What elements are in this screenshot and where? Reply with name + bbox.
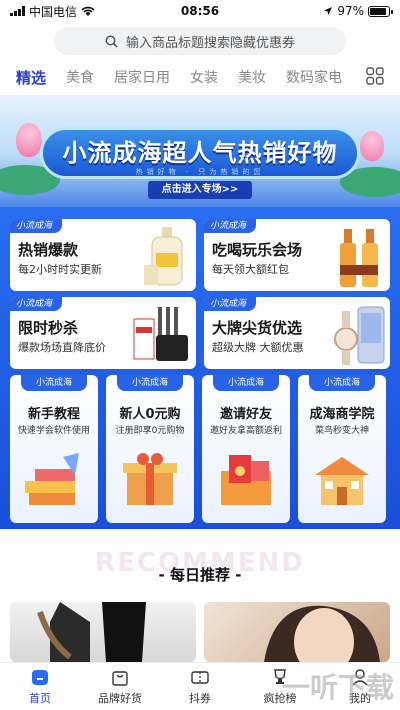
books-illustration: [25, 453, 79, 505]
tabbar-label: 品牌好货: [98, 691, 142, 705]
promo-card-food[interactable]: 小流成海 吃喝玩乐会场 每天领大额红包: [204, 219, 390, 291]
search-icon: [105, 35, 118, 48]
wifi-icon: [81, 6, 95, 16]
recommend-title: - 每日推荐 -: [158, 566, 242, 584]
clock: 08:56: [180, 4, 220, 18]
brand-tag: 小流成海: [117, 375, 183, 391]
promo-card-brands[interactable]: 小流成海 大牌尖货优选 超级大牌 大额优惠: [204, 297, 390, 369]
hero-title: 小流成海超人气热销好物: [62, 138, 338, 167]
card-title: 限时秒杀: [18, 319, 79, 337]
service-card-newuser[interactable]: 小流成海 新人0元购 注册即享0元购物: [106, 375, 194, 523]
card-title: 邀请好友: [219, 407, 272, 422]
tab-meizhuang[interactable]: 美妆: [238, 67, 266, 87]
tabbar-label: 抖券: [189, 691, 211, 705]
phone-watch-image: [334, 306, 385, 365]
category-grid-icon[interactable]: [366, 67, 384, 85]
tabbar-label: 首页: [29, 691, 51, 705]
product-photo[interactable]: [10, 602, 196, 662]
service-card-tutorial[interactable]: 小流成海 新手教程 快速学会软件使用: [10, 375, 98, 523]
location-icon: [324, 7, 333, 15]
signal-icon: [10, 6, 25, 16]
tabbar-item-home[interactable]: 首页: [0, 663, 80, 710]
battery-icon: [368, 5, 393, 17]
card-subtitle: 注册即享0元购物: [115, 426, 185, 436]
tabbar-item-coupons[interactable]: 抖券: [160, 663, 240, 710]
brand-tag: 小流成海: [10, 219, 63, 233]
gift-box-illustration: [123, 453, 177, 505]
card-subtitle: 邀好友拿高额返利: [209, 426, 282, 436]
status-bar: 中国电信 08:56 97%: [0, 0, 400, 22]
category-tabs: 精选 美食 居家日用 女装 美妆 数码家电: [0, 62, 400, 92]
card-subtitle: 快速学会软件使用: [17, 426, 90, 436]
hero-banner[interactable]: 小流成海超人气热销好物 热销好物 · 只为热销的您 点击进入专场>>: [0, 95, 400, 207]
model-portrait-image: [264, 605, 380, 662]
card-subtitle: 每天领大额红包: [212, 263, 289, 276]
bag-icon: [112, 670, 128, 686]
hero-subtitle: 热销好物 · 只为热销的您: [135, 168, 265, 176]
card-subtitle: 超级大牌 大额优惠: [212, 341, 304, 354]
tab-jingxuan[interactable]: 精选: [16, 67, 46, 88]
kitchen-goods-image: [133, 307, 188, 361]
shop-illustration: [315, 457, 369, 505]
search-input[interactable]: 输入商品标题搜索隐藏优惠券: [54, 27, 346, 55]
tab-nvzhuang[interactable]: 女装: [190, 67, 218, 87]
clothing-image: [37, 602, 146, 662]
card-title: 热销爆款: [18, 241, 79, 259]
drink-bottles-image: [340, 229, 378, 287]
card-title: 新手教程: [27, 407, 80, 422]
brand-tag: 小流成海: [21, 375, 87, 391]
card-title: 成海商学院: [309, 407, 375, 422]
promo-card-hot[interactable]: 小流成海 热销爆款 每2小时时实更新: [10, 219, 196, 291]
card-subtitle: 每2小时时实更新: [18, 263, 102, 276]
brand-tag: 小流成海: [10, 297, 63, 311]
card-title: 新人0元购: [119, 407, 181, 422]
hero-cta-button[interactable]: 点击进入专场>>: [148, 181, 252, 199]
battery-percent: 97%: [337, 4, 364, 18]
watermark-text: 一听下载: [281, 671, 394, 704]
tabbar-item-brands[interactable]: 品牌好货: [80, 663, 160, 710]
brand-tag: 小流成海: [204, 219, 257, 233]
brand-tag: 小流成海: [309, 375, 375, 391]
card-title: 大牌尖货优选: [212, 319, 303, 337]
promo-card-flashsale[interactable]: 小流成海 限时秒杀 爆款场场直降底价: [10, 297, 196, 369]
tab-meishi[interactable]: 美食: [66, 67, 94, 87]
ticket-icon: [191, 670, 209, 684]
tab-jiaju[interactable]: 居家日用: [114, 67, 170, 87]
service-card-academy[interactable]: 小流成海 成海商学院 菜鸟秒变大神: [298, 375, 386, 523]
brand-tag: 小流成海: [213, 375, 279, 391]
card-subtitle: 菜鸟秒变大神: [314, 426, 369, 436]
service-card-invite[interactable]: 小流成海 邀请好友 邀好友拿高额返利: [202, 375, 290, 523]
brand-tag: 小流成海: [204, 297, 257, 311]
card-subtitle: 爆款场场直降底价: [18, 341, 106, 354]
lotion-bottle-image: [144, 227, 183, 286]
card-title: 吃喝玩乐会场: [212, 241, 303, 259]
promo-panel: 小流成海 热销爆款 每2小时时实更新 小流成海 吃喝玩乐会场 每天领大额红包 小…: [0, 207, 400, 529]
product-photo[interactable]: [204, 602, 390, 662]
search-placeholder: 输入商品标题搜索隐藏优惠券: [125, 35, 295, 51]
carrier-label: 中国电信: [29, 4, 78, 19]
tab-shuma[interactable]: 数码家电: [286, 67, 342, 87]
home-icon: [32, 669, 48, 685]
red-envelope-illustration: [221, 455, 271, 505]
